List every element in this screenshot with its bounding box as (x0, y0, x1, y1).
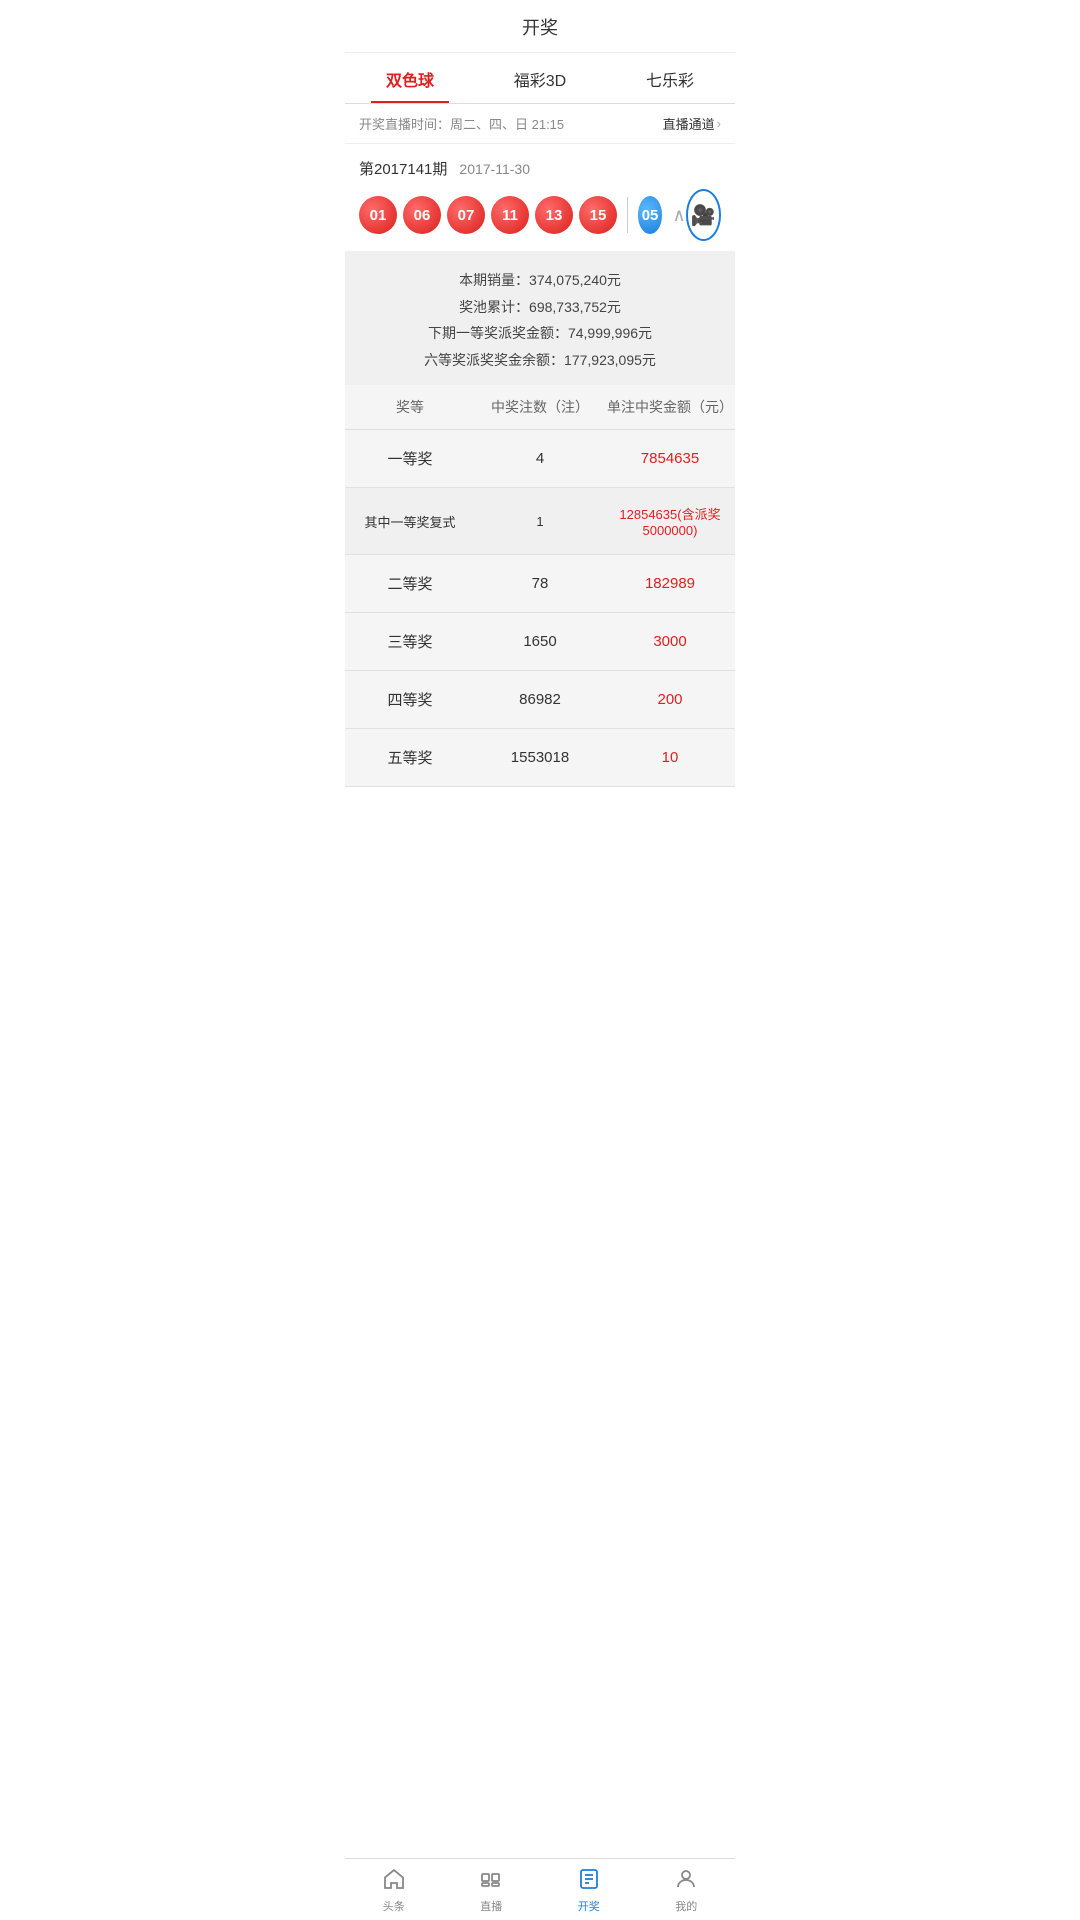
nav-live-label: 直播 (480, 1898, 502, 1914)
prize-level: 一等奖 (345, 448, 475, 469)
issue-number: 第2017141期 (359, 158, 447, 179)
prize-level: 四等奖 (345, 689, 475, 710)
balls-divider (627, 197, 628, 233)
prize-amount: 7854635 (605, 450, 735, 467)
prize-level: 三等奖 (345, 631, 475, 652)
red-ball: 11 (491, 196, 529, 234)
prize-amount: 10 (605, 749, 735, 766)
prize-table-header: 奖等 中奖注数（注） 单注中奖金额（元） (345, 385, 735, 430)
prize-level: 五等奖 (345, 747, 475, 768)
broadcast-time: 开奖直播时间：周二、四、日 21:15 (359, 114, 564, 133)
table-row: 三等奖16503000 (345, 613, 735, 671)
red-ball: 06 (403, 196, 441, 234)
issue-row: 第2017141期 2017-11-30 (359, 158, 721, 179)
table-row: 二等奖78182989 (345, 555, 735, 613)
stat-line1: 本期销量：374,075,240元 (365, 267, 715, 294)
col-header-amount: 单注中奖金额（元） (605, 397, 735, 417)
tab-qile[interactable]: 七乐彩 (605, 53, 735, 103)
red-ball: 01 (359, 196, 397, 234)
tab-shuang[interactable]: 双色球 (345, 53, 475, 103)
chevron-right-icon: › (717, 116, 721, 131)
red-ball: 15 (579, 196, 617, 234)
live-icon (479, 1867, 503, 1895)
lottery-icon (577, 1867, 601, 1895)
stat-line3: 下期一等奖派奖金额：74,999,996元 (365, 320, 715, 347)
col-header-level: 奖等 (345, 397, 475, 417)
video-button[interactable]: 🎥 (686, 189, 721, 241)
prize-count: 1 (475, 514, 605, 529)
prize-level: 二等奖 (345, 573, 475, 594)
mine-icon (674, 1867, 698, 1895)
prize-count: 86982 (475, 691, 605, 708)
prize-table: 奖等 中奖注数（注） 单注中奖金额（元） 一等奖47854635其中一等奖复式1… (345, 385, 735, 787)
prize-rows: 一等奖47854635其中一等奖复式112854635(含派奖5000000)二… (345, 430, 735, 787)
issue-section: 第2017141期 2017-11-30 010607111315 05 ∧ 🎥 (345, 144, 735, 251)
page-title: 开奖 (522, 18, 558, 38)
page-header: 开奖 (345, 0, 735, 53)
tab-bar: 双色球 福彩3D 七乐彩 (345, 53, 735, 104)
prize-count: 1650 (475, 633, 605, 650)
nav-live[interactable]: 直播 (443, 1859, 541, 1920)
red-ball: 13 (535, 196, 573, 234)
nav-mine[interactable]: 我的 (638, 1859, 736, 1920)
nav-mine-label: 我的 (675, 1898, 697, 1914)
red-balls-group: 010607111315 (359, 196, 617, 234)
col-header-count: 中奖注数（注） (475, 397, 605, 417)
prize-amount: 3000 (605, 633, 735, 650)
blue-ball: 05 (638, 196, 663, 234)
balls-row: 010607111315 05 ∧ 🎥 (359, 189, 721, 241)
nav-lottery[interactable]: 开奖 (540, 1859, 638, 1920)
table-row: 其中一等奖复式112854635(含派奖5000000) (345, 488, 735, 555)
nav-lottery-label: 开奖 (578, 1898, 600, 1914)
expand-button[interactable]: ∧ (672, 205, 685, 226)
stat-line2: 奖池累计：698,733,752元 (365, 294, 715, 321)
home-icon (382, 1867, 406, 1895)
bottom-nav: 头条 直播 开奖 (345, 1858, 735, 1920)
broadcast-link[interactable]: 直播通道 › (663, 114, 721, 133)
table-row: 一等奖47854635 (345, 430, 735, 488)
stats-section: 本期销量：374,075,240元 奖池累计：698,733,752元 下期一等… (345, 251, 735, 385)
nav-home[interactable]: 头条 (345, 1859, 443, 1920)
stat-line4: 六等奖派奖奖金余额：177,923,095元 (365, 347, 715, 374)
prize-count: 78 (475, 575, 605, 592)
broadcast-bar: 开奖直播时间：周二、四、日 21:15 直播通道 › (345, 104, 735, 144)
prize-amount: 182989 (605, 575, 735, 592)
nav-home-label: 头条 (383, 1898, 405, 1914)
video-icon: 🎥 (691, 203, 716, 228)
prize-amount: 200 (605, 691, 735, 708)
tab-fucai[interactable]: 福彩3D (475, 53, 605, 103)
issue-date: 2017-11-30 (459, 161, 530, 177)
table-row: 五等奖155301810 (345, 729, 735, 787)
prize-count: 4 (475, 450, 605, 467)
table-row: 四等奖86982200 (345, 671, 735, 729)
prize-amount: 12854635(含派奖5000000) (605, 504, 735, 538)
prize-level: 其中一等奖复式 (345, 512, 475, 531)
prize-count: 1553018 (475, 749, 605, 766)
red-ball: 07 (447, 196, 485, 234)
